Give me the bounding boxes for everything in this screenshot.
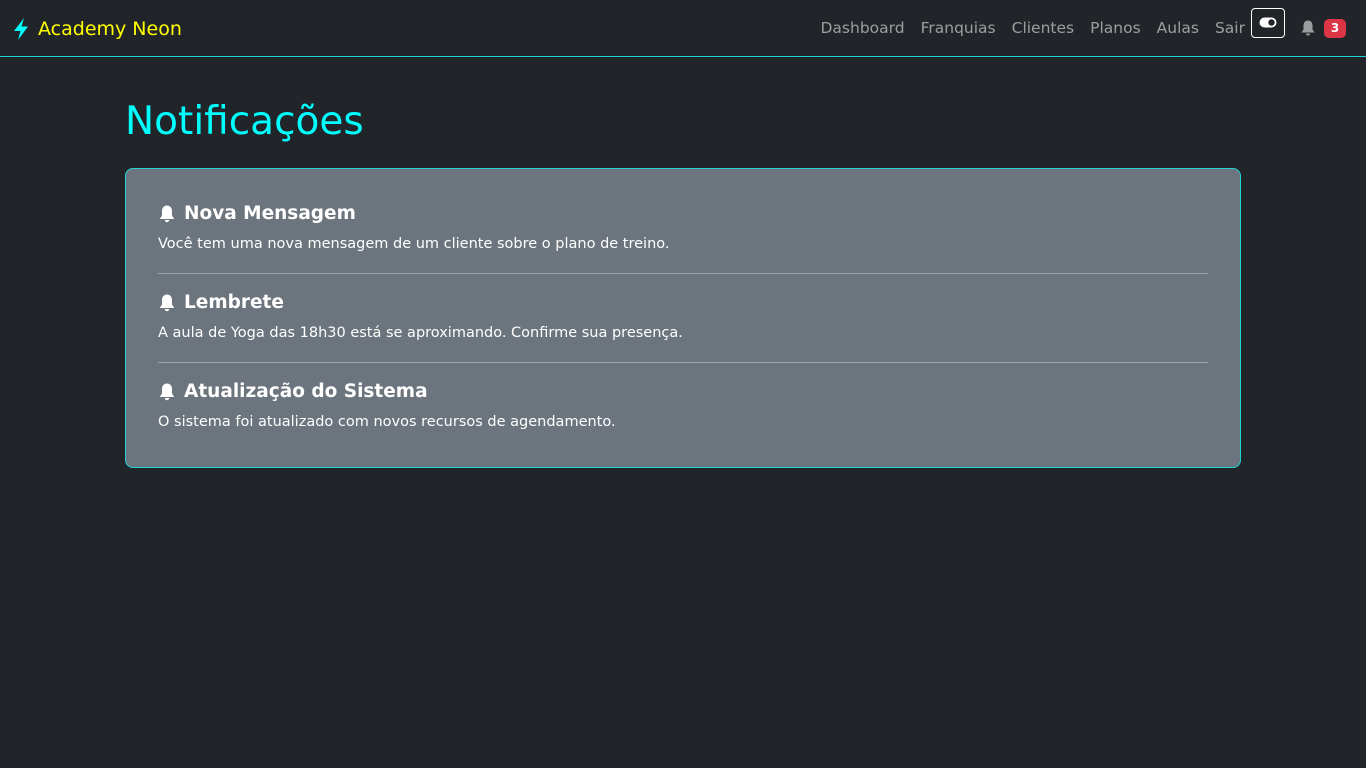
nav-link-sair[interactable]: Sair — [1215, 19, 1245, 37]
bell-icon — [158, 382, 176, 402]
notification-count-badge: 3 — [1324, 19, 1346, 38]
top-navbar: Academy Neon Dashboard Franquias Cliente… — [0, 0, 1366, 57]
notification-title: Nova Mensagem — [184, 203, 356, 224]
notifications-card: Nova Mensagem Você tem uma nova mensagem… — [125, 168, 1241, 468]
notification-text: Você tem uma nova mensagem de um cliente… — [158, 236, 670, 252]
brand-name: Academy Neon — [38, 18, 182, 40]
notification-title: Atualização do Sistema — [184, 381, 428, 402]
notifications-bell-icon[interactable] — [1300, 19, 1316, 37]
nav-link-planos[interactable]: Planos — [1090, 19, 1141, 37]
notification-title: Lembrete — [184, 292, 284, 313]
nav-link-dashboard[interactable]: Dashboard — [821, 19, 905, 37]
nav-link-clientes[interactable]: Clientes — [1012, 19, 1074, 37]
toggle-icon — [1259, 16, 1277, 31]
notification-text: O sistema foi atualizado com novos recur… — [158, 414, 616, 430]
notification-title-row: Lembrete — [158, 291, 1208, 315]
bell-icon — [158, 293, 176, 313]
theme-toggle-button[interactable] — [1251, 8, 1285, 38]
notification-text: A aula de Yoga das 18h30 está se aproxim… — [158, 325, 683, 341]
notification-title-row: Nova Mensagem — [158, 202, 1208, 226]
lightning-bolt-icon — [11, 17, 31, 41]
notification-item: Atualização do Sistema O sistema foi atu… — [158, 363, 1208, 451]
notification-title-row: Atualização do Sistema — [158, 380, 1208, 404]
notification-item: Nova Mensagem Você tem uma nova mensagem… — [158, 169, 1208, 274]
brand-link[interactable]: Academy Neon — [11, 16, 182, 42]
nav-link-franquias[interactable]: Franquias — [921, 19, 996, 37]
bell-icon — [158, 204, 176, 224]
page-title: Notificações — [125, 99, 364, 144]
nav-links: Dashboard Franquias Clientes Planos Aula… — [805, 17, 1246, 39]
notification-item: Lembrete A aula de Yoga das 18h30 está s… — [158, 274, 1208, 363]
nav-link-aulas[interactable]: Aulas — [1157, 19, 1199, 37]
